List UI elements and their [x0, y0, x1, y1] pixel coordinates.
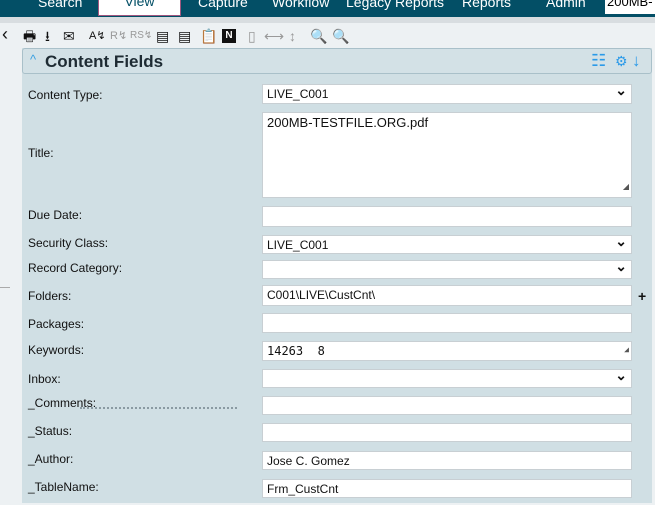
checklist-icon[interactable]: ▤ [156, 27, 169, 45]
label-folders: Folders: [28, 289, 72, 303]
label-packages: Packages: [28, 317, 85, 331]
column-icon[interactable]: ▯ [248, 27, 256, 45]
resize-grip-icon[interactable]: ◢ [623, 178, 629, 196]
nav-view[interactable]: View [98, 0, 181, 16]
dotted-leader [80, 407, 237, 409]
back-icon[interactable]: ‹ [2, 25, 8, 43]
panel-title: Content Fields [45, 52, 164, 71]
label-status: _Status: [28, 424, 73, 438]
comments-input[interactable] [262, 396, 632, 415]
list-view-icon[interactable]: ☷ [591, 51, 606, 71]
title-value: 200MB-TESTFILE.ORG.pdf [267, 115, 429, 130]
label-record-category: Record Category: [28, 261, 123, 275]
panel-header[interactable]: ^ Content Fields ☷ ⚙ ↓ [22, 48, 652, 74]
route-r-icon[interactable]: R↯ [110, 27, 127, 45]
email-icon[interactable]: ✉ [63, 27, 75, 45]
notes-icon[interactable]: N [222, 29, 236, 43]
nav-admin[interactable]: Admin [546, 0, 586, 10]
status-input[interactable] [262, 423, 632, 442]
record-category-select[interactable] [262, 257, 632, 279]
fit-width-icon[interactable]: ⟷ [264, 27, 284, 45]
collapse-chevron-icon[interactable]: ^ [30, 52, 36, 67]
fit-height-icon[interactable]: ↕ [289, 27, 296, 45]
security-class-select[interactable]: LIVE_C001 [262, 232, 632, 254]
keywords-textarea[interactable]: 14263 8 ◢ [262, 341, 632, 361]
label-due-date: Due Date: [28, 208, 83, 222]
divider [0, 17, 655, 23]
author-input[interactable]: Jose C. Gomez [262, 451, 632, 470]
resize-grip-icon[interactable]: ◢ [624, 341, 629, 359]
zoom-out-icon[interactable]: 🔍 [310, 27, 327, 45]
content-fields-panel: ^ Content Fields ☷ ⚙ ↓ Content Type: LIV… [22, 48, 652, 503]
label-security-class: Security Class: [28, 236, 109, 250]
print-icon[interactable]: 🖶 [23, 27, 36, 45]
sort-down-icon[interactable]: ↓ [632, 51, 641, 71]
content-type-select[interactable]: LIVE_C001 [262, 81, 632, 104]
label-tablename: _TableName: [28, 480, 99, 494]
spell-route-icon[interactable]: A↯ [89, 27, 106, 45]
label-content-type: Content Type: [28, 88, 103, 102]
nav-legacy-reports[interactable]: Legacy Reports [346, 0, 444, 10]
nav-workflow[interactable]: Workflow [272, 0, 329, 10]
gear-icon[interactable]: ⚙ [615, 53, 628, 70]
due-date-input[interactable] [262, 206, 632, 227]
add-folder-icon[interactable]: + [638, 288, 646, 304]
keywords-value: 14263 8 [267, 344, 325, 358]
toolbar: ‹ 🖶 ⭳ ✉ A↯ R↯ RS↯ ▤ ▤ 📋 N ▯ ⟷ ↕ 🔍 🔍 [0, 25, 360, 45]
zoom-in-icon[interactable]: 🔍 [332, 27, 349, 45]
tablename-input[interactable]: Frm_CustCnt [262, 479, 632, 498]
label-keywords: Keywords: [28, 343, 85, 357]
packages-input[interactable] [262, 313, 632, 333]
label-title: Title: [28, 146, 54, 160]
nav-capture[interactable]: Capture [198, 0, 248, 10]
clipboard-search-icon[interactable]: 📋 [200, 27, 217, 45]
inbox-select[interactable] [262, 366, 632, 388]
global-search-input[interactable]: 200MB- [605, 0, 655, 14]
download-icon[interactable]: ⭳ [45, 27, 50, 45]
label-inbox: Inbox: [28, 372, 61, 386]
top-nav: Search View Capture Workflow Legacy Repo… [0, 0, 655, 17]
divider [0, 287, 10, 288]
label-author: _Author: [28, 452, 74, 466]
title-textarea[interactable]: 200MB-TESTFILE.ORG.pdf ◢ [262, 112, 632, 198]
nav-reports[interactable]: Reports [462, 0, 511, 10]
nav-search[interactable]: Search [38, 0, 82, 10]
folders-input[interactable]: C001\LIVE\CustCnt\ [262, 285, 632, 306]
route-rs-icon[interactable]: RS↯ [130, 27, 152, 45]
clear-list-icon[interactable]: ▤ [178, 27, 191, 45]
